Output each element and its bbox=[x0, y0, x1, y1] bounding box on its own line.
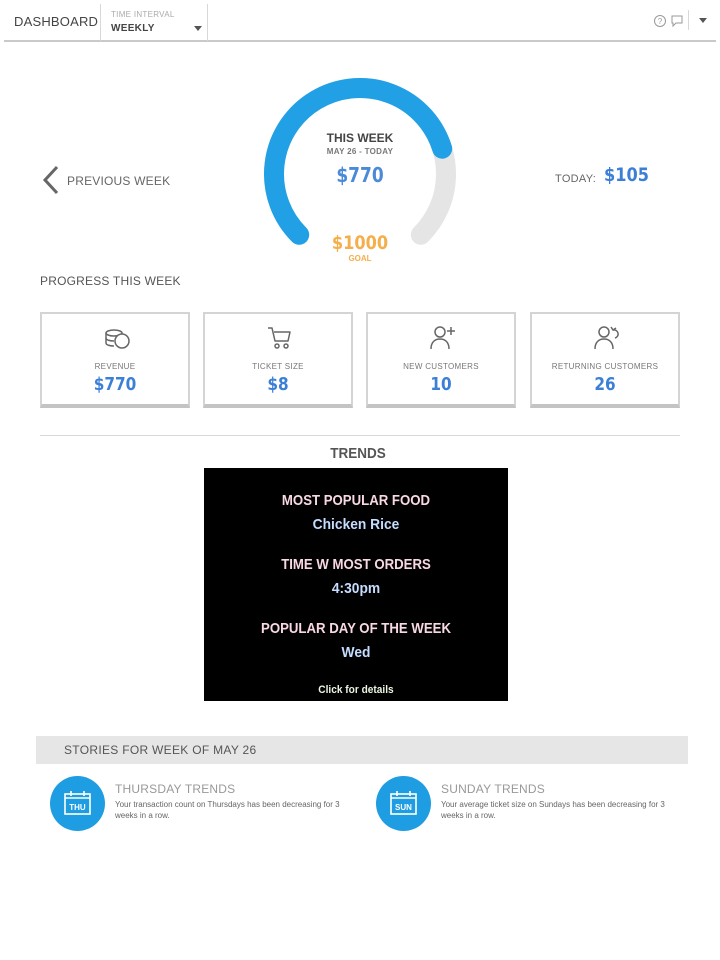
trend-value: Wed bbox=[341, 644, 371, 661]
previous-week-label: PREVIOUS WEEK bbox=[67, 174, 171, 188]
today-label: TODAY: bbox=[555, 173, 597, 185]
cart-icon bbox=[268, 327, 291, 349]
card-label: NEW CUSTOMERS bbox=[403, 362, 479, 371]
trends-details-link[interactable]: Click for details bbox=[216, 684, 496, 696]
trend-heading: POPULAR DAY OF THE WEEK bbox=[261, 620, 451, 637]
ticket-size-card[interactable]: TICKET SIZE $8 bbox=[203, 312, 353, 408]
previous-week-button[interactable]: PREVIOUS WEEK bbox=[40, 164, 180, 196]
gauge-goal-amount: $1000 bbox=[331, 232, 389, 254]
time-interval-label: TIME INTERVAL bbox=[111, 10, 175, 19]
chevron-down-icon bbox=[194, 26, 202, 31]
returning-customers-card[interactable]: RETURNING CUSTOMERS 26 bbox=[530, 312, 680, 408]
calendar-day-text: THU bbox=[69, 803, 86, 812]
card-value: $770 bbox=[93, 374, 137, 395]
top-bar: DASHBOARD TIME INTERVAL WEEKLY ? bbox=[4, 0, 716, 42]
help-icon[interactable]: ? bbox=[653, 14, 667, 28]
gauge-heading: THIS WEEK bbox=[326, 131, 394, 145]
returning-user-icon bbox=[594, 326, 619, 350]
card-value: 26 bbox=[594, 374, 616, 395]
gauge-amount: $770 bbox=[336, 163, 384, 187]
gauge-date-range: MAY 26 - TODAY bbox=[326, 147, 394, 156]
chat-icon[interactable] bbox=[670, 14, 684, 28]
revenue-card[interactable]: REVENUE $770 bbox=[40, 312, 190, 408]
stories-title: STORIES FOR WEEK OF MAY 26 bbox=[64, 743, 257, 757]
story-card[interactable]: SUN SUNDAY TRENDS Your average ticket si… bbox=[376, 776, 686, 834]
coins-icon bbox=[105, 329, 130, 349]
time-interval-value: WEEKLY bbox=[111, 23, 155, 34]
header-divider bbox=[688, 10, 689, 30]
gauge-goal-label: GOAL bbox=[348, 254, 372, 263]
header-divider bbox=[207, 4, 208, 41]
card-label: TICKET SIZE bbox=[252, 362, 304, 371]
story-title: THURSDAY TRENDS bbox=[115, 782, 236, 796]
today-total: TODAY: $105 bbox=[555, 164, 685, 188]
trends-title: TRENDS bbox=[330, 445, 386, 462]
page-title: DASHBOARD bbox=[14, 14, 99, 29]
svg-text:?: ? bbox=[658, 17, 663, 26]
card-label: REVENUE bbox=[94, 362, 136, 371]
story-day-badge: THU bbox=[50, 776, 105, 831]
card-value: $8 bbox=[267, 374, 289, 395]
weekly-goal-gauge: THIS WEEK MAY 26 - TODAY $770 $1000 GOAL bbox=[256, 70, 464, 270]
new-customers-card[interactable]: NEW CUSTOMERS 10 bbox=[366, 312, 516, 408]
today-value: $105 bbox=[604, 164, 649, 186]
stories-header: STORIES FOR WEEK OF MAY 26 bbox=[36, 736, 688, 764]
card-label: RETURNING CUSTOMERS bbox=[551, 362, 659, 371]
story-description: Your transaction count on Thursdays has … bbox=[115, 800, 340, 820]
account-menu-toggle[interactable] bbox=[696, 14, 710, 28]
trends-panel[interactable]: MOST POPULAR FOOD Chicken Rice TIME W MO… bbox=[204, 468, 508, 701]
chevron-left-icon bbox=[42, 165, 59, 195]
story-day-badge: SUN bbox=[376, 776, 431, 831]
header-divider bbox=[100, 4, 101, 41]
story-title: SUNDAY TRENDS bbox=[441, 782, 545, 796]
trend-heading: TIME W MOST ORDERS bbox=[281, 556, 431, 573]
progress-section-title: PROGRESS THIS WEEK bbox=[40, 274, 181, 288]
gauge-progress-arc bbox=[264, 78, 453, 245]
add-user-icon bbox=[430, 326, 455, 350]
section-divider bbox=[40, 435, 680, 436]
card-value: 10 bbox=[430, 374, 452, 395]
calendar-day-text: SUN bbox=[395, 803, 412, 812]
story-description: Your average ticket size on Sundays has … bbox=[441, 800, 665, 820]
trend-value: Chicken Rice bbox=[312, 516, 400, 533]
time-interval-dropdown[interactable]: TIME INTERVAL WEEKLY bbox=[104, 4, 210, 41]
calendar-icon: SUN bbox=[390, 791, 417, 815]
trend-heading: MOST POPULAR FOOD bbox=[281, 492, 431, 509]
story-card[interactable]: THU THURSDAY TRENDS Your transaction cou… bbox=[50, 776, 360, 834]
chevron-down-icon bbox=[699, 18, 707, 23]
progress-cards: REVENUE $770 TICKET SIZE $8 NEW CUSTOMER… bbox=[40, 312, 680, 410]
trend-value: 4:30pm bbox=[331, 580, 381, 597]
calendar-icon: THU bbox=[64, 791, 91, 815]
